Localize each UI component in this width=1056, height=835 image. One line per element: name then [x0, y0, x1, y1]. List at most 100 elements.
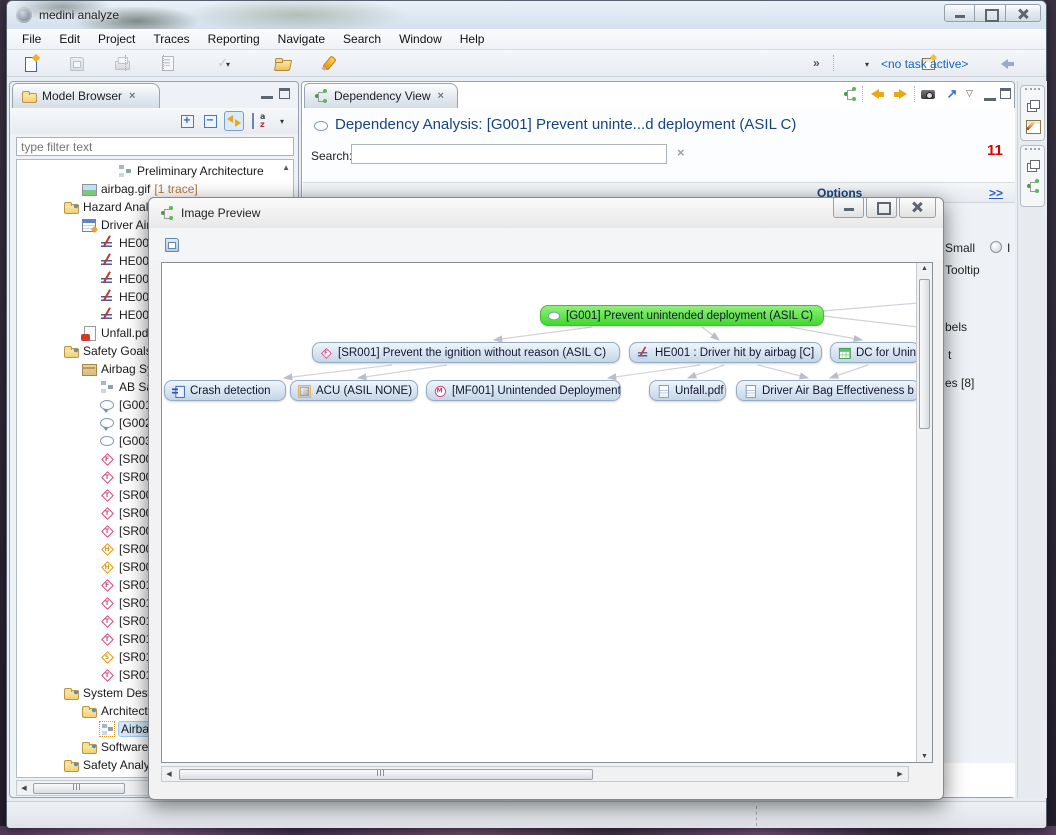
restore-view-icon[interactable] [1025, 158, 1041, 174]
tab-close-icon[interactable]: × [436, 90, 444, 102]
report-icon[interactable] [159, 55, 175, 71]
menu-help[interactable]: Help [451, 30, 494, 48]
hazard-icon [99, 271, 115, 287]
expand-all-button[interactable] [177, 111, 197, 131]
menu-edit[interactable]: Edit [50, 30, 89, 48]
tree-item-label: Preliminary Architecture [137, 164, 264, 178]
toolbar-separator [125, 55, 126, 71]
panel-minimize-icon[interactable] [984, 91, 996, 101]
circle-letter: M [434, 388, 445, 394]
refresh-graph-icon[interactable] [842, 86, 858, 102]
menu-search[interactable]: Search [334, 30, 390, 48]
tree-item-label: Architectu [101, 704, 154, 718]
canvas-hscrollbar[interactable]: ◀ ▶ [161, 766, 909, 782]
status-divider [756, 806, 757, 826]
graph-node-label: DC for Unin [856, 347, 916, 359]
scrollbar-thumb[interactable] [179, 769, 593, 780]
panel-maximize-icon[interactable] [1000, 88, 1011, 99]
graph-node-sr001[interactable]: F[SR001] Prevent the ignition without re… [312, 342, 620, 363]
dependency-view-icon[interactable] [1025, 178, 1041, 194]
graph-node-mf001[interactable]: M[MF001] Unintended Deployment [426, 380, 621, 401]
minimize-button[interactable] [944, 4, 975, 22]
dependency-title: Dependency Analysis: [G001] Prevent unin… [335, 116, 796, 133]
scroll-right-icon[interactable]: ▶ [893, 770, 907, 778]
title-bar[interactable]: medini analyze [7, 1, 1046, 29]
scroll-up-icon[interactable]: ▲ [282, 163, 290, 172]
collapse-all-button[interactable] [200, 111, 220, 131]
filter-input[interactable] [16, 137, 294, 156]
restore-view-icon[interactable] [1025, 98, 1041, 114]
task-status: <no task active> [881, 57, 968, 71]
panel-minimize-icon[interactable] [261, 89, 273, 99]
scroll-up-icon[interactable]: ▲ [918, 265, 932, 272]
dialog-maximize-button[interactable] [866, 198, 897, 218]
minimized-view-stack[interactable] [1020, 85, 1045, 141]
view-menu-icon[interactable]: ▾ [272, 111, 292, 131]
dialog-close-button[interactable] [899, 198, 936, 218]
tab-model-browser[interactable]: Model Browser × [12, 83, 160, 108]
view-menu-chevron-icon[interactable]: ▽ [966, 88, 973, 99]
tree-item[interactable]: Preliminary Architecture [17, 162, 293, 180]
print-icon[interactable] [114, 55, 130, 71]
export-icon[interactable]: ↗ [944, 86, 960, 102]
tree-item-label: Unfall.pdf [101, 326, 152, 340]
tree-item[interactable]: airbag.gif[1 trace] [17, 180, 293, 198]
drag-handle[interactable] [1025, 88, 1040, 94]
scroll-down-icon[interactable]: ▼ [918, 753, 932, 760]
graph-edge [758, 365, 808, 378]
menu-project[interactable]: Project [89, 30, 144, 48]
maximize-button[interactable] [975, 4, 1006, 22]
dialog-title-bar[interactable]: Image Preview [149, 198, 943, 228]
link-with-editor-button[interactable] [224, 111, 244, 131]
save-icon[interactable] [68, 55, 84, 71]
toolbar-overflow[interactable]: » [813, 56, 820, 70]
menu-file[interactable]: File [13, 30, 50, 48]
search-input[interactable] [351, 144, 667, 164]
open-icon[interactable] [274, 55, 290, 71]
tab-dependency-view[interactable]: Dependency View × [304, 83, 458, 108]
graph-node-dc001[interactable]: DC for Unin [830, 342, 920, 363]
scrollbar-grip[interactable] [377, 770, 385, 776]
tree-item-label: Software [101, 740, 148, 754]
scrollbar-thumb[interactable] [919, 279, 930, 429]
snapshot-icon[interactable] [920, 86, 936, 102]
dialog-minimize-button[interactable] [833, 198, 864, 218]
marker-dropdown-icon[interactable]: ▾ [226, 60, 230, 69]
menu-navigate[interactable]: Navigate [269, 30, 334, 48]
history-forward-icon[interactable] [892, 86, 908, 102]
dependency-graph-edges [162, 263, 918, 762]
history-back-icon[interactable] [870, 86, 886, 102]
app-icon [16, 7, 32, 23]
scroll-left-icon[interactable]: ◀ [162, 770, 176, 778]
scrollbar-grip[interactable] [73, 784, 81, 790]
sort-button[interactable] [250, 111, 270, 131]
minimized-view-stack[interactable] [1020, 145, 1045, 207]
menu-window[interactable]: Window [390, 30, 451, 48]
editor-view-icon[interactable] [1025, 118, 1041, 134]
options-expand-link[interactable]: >> [989, 186, 1003, 200]
tab-close-icon[interactable]: × [127, 90, 135, 102]
radio-button[interactable] [990, 241, 1002, 253]
back-arrow-icon[interactable] [1000, 55, 1016, 71]
graph-edge [688, 365, 724, 378]
save-image-icon[interactable] [163, 236, 179, 252]
scroll-left-icon[interactable]: ◀ [17, 784, 31, 792]
graph-node-he001[interactable]: HE001 : Driver hit by airbag [C] [629, 342, 822, 363]
new-icon[interactable] [23, 55, 39, 71]
graph-node-driver[interactable]: Driver Air Bag Effectiveness b [736, 380, 920, 401]
clear-search-icon[interactable]: × [677, 145, 685, 160]
diamond-h-icon: H [99, 559, 115, 575]
diamond-letter: H [100, 565, 114, 571]
marker-icon[interactable] [321, 55, 337, 71]
menu-traces[interactable]: Traces [144, 30, 198, 48]
menu-reporting[interactable]: Reporting [199, 30, 269, 48]
graph-node-g001[interactable]: [G001] Prevent unintended deployment (AS… [540, 305, 824, 326]
back-dropdown-icon[interactable]: ▾ [865, 60, 869, 69]
graph-node-crash[interactable]: Crash detection [164, 380, 286, 401]
close-button[interactable] [1006, 4, 1041, 22]
drag-handle[interactable] [1025, 148, 1040, 154]
graph-node-unfall[interactable]: Unfall.pdf [649, 380, 726, 401]
diamond-letter: T [100, 475, 114, 481]
panel-maximize-icon[interactable] [279, 88, 290, 99]
graph-node-acu[interactable]: ACU (ASIL NONE) [290, 380, 418, 401]
